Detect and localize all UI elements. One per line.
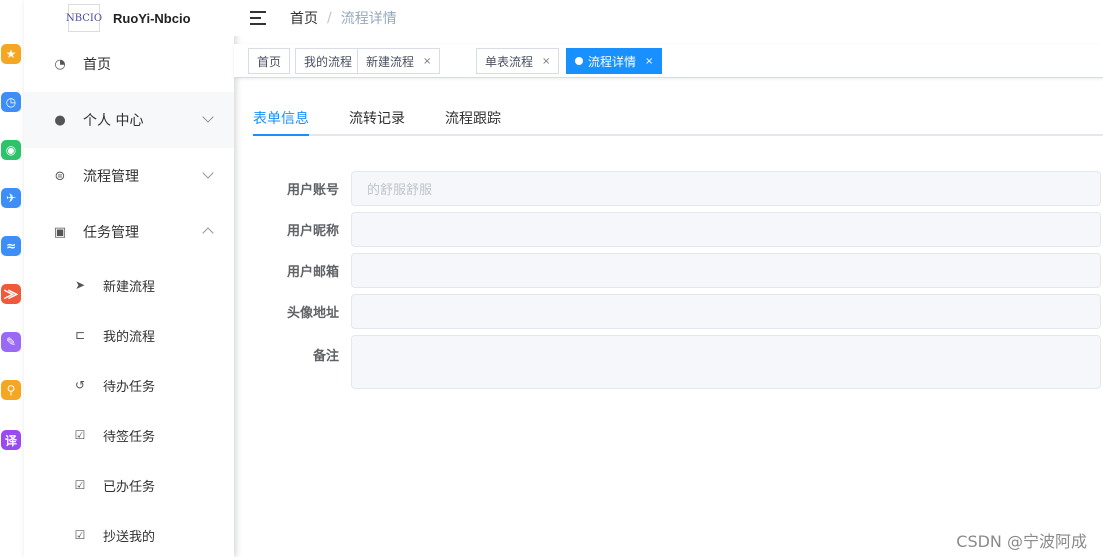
sidebar-subitem-1[interactable]: ⊏ 我的流程 bbox=[24, 310, 234, 360]
sidebar-subitem-4[interactable]: ☑ 已办任务 bbox=[24, 460, 234, 510]
sidebar-subitem-label: 待办任务 bbox=[103, 379, 156, 395]
form-label: 头像地址 bbox=[286, 306, 339, 321]
sidebar-item-2[interactable]: ⊜ 流程管理 bbox=[24, 148, 234, 204]
form-row: 备注 bbox=[253, 335, 1101, 389]
sidebar-item-1[interactable]: ● 个人 中心 bbox=[24, 92, 234, 148]
logo-icon: NBCIO bbox=[66, 4, 102, 32]
pdf-icon[interactable]: ⨠ bbox=[1, 284, 21, 304]
breadcrumb-current: 流程详情 bbox=[340, 11, 397, 27]
wechat-icon[interactable]: ◉ bbox=[1, 140, 21, 160]
sidebar-logo[interactable]: NBCIO RuoYi-Nbcio bbox=[24, 0, 234, 36]
form-row: 头像地址 bbox=[253, 294, 1101, 329]
active-tab-indicator bbox=[253, 134, 309, 136]
tag-label: 流程详情 bbox=[588, 54, 637, 69]
detail-tabs: 表单信息 流转记录 流程跟踪 bbox=[253, 104, 1103, 136]
sidebar-item-0[interactable]: ◔ 首页 bbox=[24, 36, 234, 92]
sidebar-subitem-label: 抄送我的 bbox=[103, 529, 156, 545]
tab-1[interactable]: 流转记录 bbox=[349, 108, 405, 128]
sidebar: NBCIO RuoYi-Nbcio ◔ 首页 ● 个人 中心 ⊜ 流程管理 ▣ 任务管理 ➤ 新建… bbox=[24, 0, 234, 557]
watermark: CSDN @宁波阿成 bbox=[956, 532, 1087, 551]
sidebar-subitem-3[interactable]: ☑ 待签任务 bbox=[24, 410, 234, 460]
breadcrumb-home[interactable]: 首页 bbox=[290, 8, 318, 28]
task-icon: ▣ bbox=[53, 224, 67, 240]
sidebar-subitem-label: 待签任务 bbox=[103, 429, 156, 445]
form-label: 用户邮箱 bbox=[286, 265, 339, 280]
sidebar-item-3[interactable]: ▣ 任务管理 bbox=[24, 204, 234, 260]
form-row: 用户昵称 bbox=[253, 212, 1101, 247]
form-field-0[interactable]: 的舒服舒服 bbox=[351, 171, 1101, 206]
form-field-3[interactable] bbox=[351, 294, 1101, 329]
pen-icon[interactable]: ✎ bbox=[1, 332, 21, 352]
breadcrumb-separator: / bbox=[327, 10, 332, 26]
tree-icon: ⊏ bbox=[74, 328, 86, 342]
form-row: 用户账号 的舒服舒服 bbox=[253, 171, 1101, 206]
close-icon[interactable]: × bbox=[542, 56, 550, 67]
sidebar-item-label: 任务管理 bbox=[83, 225, 139, 241]
form-field-1[interactable] bbox=[351, 212, 1101, 247]
user-icon: ● bbox=[54, 112, 66, 128]
clock-icon[interactable]: ◷ bbox=[1, 92, 21, 112]
tag-3[interactable]: 单表流程 × bbox=[476, 48, 560, 74]
sidebar-menu: ◔ 首页 ● 个人 中心 ⊜ 流程管理 ▣ 任务管理 ➤ 新建流程 ⊏ 我的流程 ↺ 待办任务 ☑ 待签任务 ☑… bbox=[24, 36, 234, 557]
chevron-up-icon bbox=[202, 227, 214, 239]
checkbox-icon: ☑ bbox=[74, 478, 86, 492]
active-dot-icon bbox=[575, 57, 583, 65]
sidebar-item-label: 流程管理 bbox=[83, 169, 139, 185]
sidebar-item-label: 个人 中心 bbox=[83, 113, 144, 129]
close-icon[interactable]: × bbox=[645, 56, 653, 67]
breadcrumb: 首页 / 流程详情 bbox=[290, 8, 397, 28]
sidebar-subitem-label: 已办任务 bbox=[103, 479, 156, 495]
flow-icon: ⊜ bbox=[54, 168, 66, 184]
tag-0[interactable]: 首页 bbox=[248, 48, 291, 74]
history-icon: ↺ bbox=[74, 378, 86, 392]
form-label: 用户账号 bbox=[286, 183, 339, 198]
chevron-down-icon bbox=[202, 167, 214, 179]
close-icon[interactable]: × bbox=[423, 56, 431, 67]
dashboard-icon: ◔ bbox=[54, 56, 66, 72]
search-icon[interactable]: ⚲ bbox=[1, 380, 21, 400]
sidebar-subitem-2[interactable]: ↺ 待办任务 bbox=[24, 360, 234, 410]
app-title: RuoYi-Nbcio bbox=[113, 10, 191, 26]
form-field-4[interactable] bbox=[351, 335, 1101, 389]
plane-icon[interactable]: ✈ bbox=[1, 188, 21, 208]
desktop-dock: ★ ◷ ◉ ✈ ≈ ⨠ ✎ ⚲ 译 bbox=[0, 0, 24, 557]
tag-4[interactable]: 流程详情 × bbox=[566, 48, 663, 74]
hamburger-icon[interactable] bbox=[250, 11, 268, 25]
tag-label: 首页 bbox=[257, 54, 282, 69]
star-icon[interactable]: ★ bbox=[1, 44, 21, 64]
navbar: 首页 / 流程详情 bbox=[234, 0, 1103, 36]
form-field-2[interactable] bbox=[351, 253, 1101, 288]
translate-icon[interactable]: 译 bbox=[1, 430, 21, 450]
sidebar-item-label: 首页 bbox=[83, 57, 111, 73]
sidebar-subitem-0[interactable]: ➤ 新建流程 bbox=[24, 260, 234, 310]
tag-2[interactable]: 新建流程 × bbox=[357, 48, 441, 74]
chevron-down-icon bbox=[202, 111, 214, 123]
checkbox-icon: ☑ bbox=[74, 428, 86, 442]
checkbox-icon: ☑ bbox=[74, 528, 86, 542]
tags-view: 首页我的流程×新建流程×单表流程×流程详情× bbox=[234, 44, 1103, 78]
wave-icon[interactable]: ≈ bbox=[1, 236, 21, 256]
sidebar-subitem-label: 我的流程 bbox=[103, 329, 156, 345]
form-label: 用户昵称 bbox=[286, 224, 339, 239]
tab-2[interactable]: 流程跟踪 bbox=[445, 108, 501, 128]
tag-label: 我的流程 bbox=[304, 54, 353, 69]
send-icon: ➤ bbox=[74, 278, 86, 292]
sidebar-subitem-label: 新建流程 bbox=[103, 279, 156, 295]
form-label: 备注 bbox=[312, 349, 339, 364]
tag-label: 新建流程 bbox=[366, 54, 415, 69]
form-row: 用户邮箱 bbox=[253, 253, 1101, 288]
tab-0[interactable]: 表单信息 bbox=[253, 108, 309, 128]
sidebar-subitem-5[interactable]: ☑ 抄送我的 bbox=[24, 510, 234, 557]
tag-label: 单表流程 bbox=[485, 54, 534, 69]
